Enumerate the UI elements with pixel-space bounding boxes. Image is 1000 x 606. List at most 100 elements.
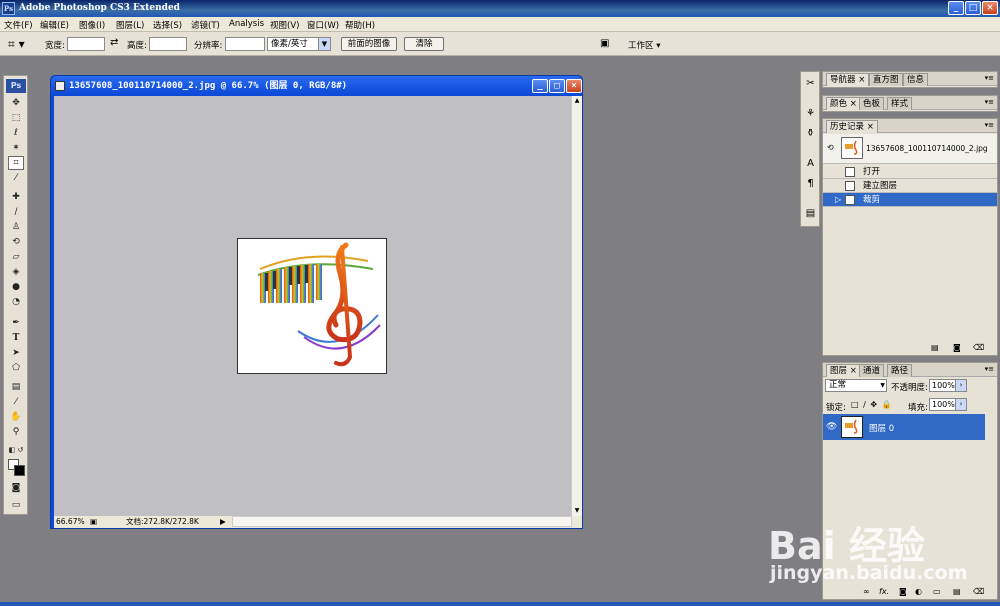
clear-button[interactable]: 清除 [404,37,444,51]
blend-mode-select[interactable]: 正常 ▼ [825,379,887,392]
menu-layer[interactable]: 图层(L) [116,19,144,31]
history-brush-source-icon[interactable]: ⟲ [827,143,834,152]
minimize-button[interactable]: _ [948,1,964,15]
menu-filter[interactable]: 滤镜(T) [191,19,220,31]
visibility-eye-icon[interactable]: 👁 [826,422,837,432]
tab-info[interactable]: 信息 [903,73,929,86]
paragraph-icon[interactable]: ¶ [803,176,818,192]
swap-icon[interactable]: ⇄ [110,37,118,48]
panel-menu-icon[interactable]: ▾≡ [985,74,994,82]
tab-layers[interactable]: 图层 × [826,364,861,377]
tab-paths[interactable]: 路径 [887,364,913,377]
tools-icon[interactable]: ✂ [803,76,818,92]
music-note-image[interactable] [237,238,387,374]
tab-swatches[interactable]: 色板 [859,97,885,110]
menu-analysis[interactable]: Analysis [229,19,264,29]
menu-file[interactable]: 文件(F) [4,19,33,31]
path-select-tool-icon[interactable]: ➤ [8,346,24,360]
history-step-crop[interactable]: ▷ 裁剪 [823,193,997,207]
brush-tool-icon[interactable]: ∕ [8,205,24,219]
quick-mask-icon[interactable]: ◙ [8,481,24,495]
menu-help[interactable]: 帮助(H) [345,19,375,31]
lock-options-icons[interactable]: □ ∕ ✥ 🔒 [851,400,893,409]
menu-edit[interactable]: 编辑(E) [40,19,69,31]
status-menu-icon[interactable]: ▶ [220,516,226,528]
new-document-icon[interactable]: ▤ [931,343,939,352]
tab-history[interactable]: 历史记录 × [826,120,878,133]
menu-select[interactable]: 选择(S) [153,19,182,31]
menu-view[interactable]: 视图(V) [270,19,299,31]
tab-channels[interactable]: 通道 [859,364,885,377]
height-input[interactable] [149,37,187,51]
tab-styles[interactable]: 样式 [887,97,913,110]
front-image-button[interactable]: 前面的图像 [341,37,397,51]
lasso-tool-icon[interactable]: ℓ [8,126,24,140]
status-icon[interactable]: ▣ [90,516,97,528]
tab-color[interactable]: 颜色 × [826,97,861,110]
workspace-menu[interactable]: 工作区 ▾ [628,39,660,51]
clone-source-icon[interactable]: ⚱ [803,126,818,142]
adjustment-icon[interactable]: ◐ [915,587,922,596]
snapshot-icon[interactable]: ◙ [953,343,961,352]
menu-image[interactable]: 图像(I) [79,19,105,31]
close-button[interactable]: × [982,1,998,15]
swap-colors-icon[interactable]: ◧ ↺ [8,443,24,457]
menu-window[interactable]: 窗口(W) [307,19,339,31]
move-tool-icon[interactable]: ✥ [8,96,24,110]
resolution-input[interactable] [225,37,265,51]
crop-tool-preset-icon[interactable]: ⌗ ▾ [8,36,34,52]
dodge-tool-icon[interactable]: ◔ [8,295,24,309]
eyedropper-tool-icon[interactable]: ⁄ [8,395,24,409]
doc-close-button[interactable]: × [566,79,582,93]
width-input[interactable] [67,37,105,51]
mask-icon[interactable]: ◙ [899,587,907,596]
zoom-tool-icon[interactable]: ⚲ [8,425,24,439]
pen-tool-icon[interactable]: ✒ [8,316,24,330]
type-tool-icon[interactable]: T [8,331,24,345]
panel-menu-icon[interactable]: ▾≡ [985,98,994,106]
screen-mode-icon[interactable]: ▭ [8,498,24,512]
hand-tool-icon[interactable]: ✋ [8,410,24,424]
maximize-button[interactable]: □ [965,1,981,15]
marquee-tool-icon[interactable]: ⬚ [8,111,24,125]
horizontal-scrollbar[interactable] [232,516,572,527]
tab-histogram[interactable]: 直方图 [869,73,903,86]
magic-wand-tool-icon[interactable]: ✶ [8,141,24,155]
trash-icon[interactable]: ⌫ [973,343,984,352]
history-brush-tool-icon[interactable]: ⟲ [8,235,24,249]
doc-maximize-button[interactable]: □ [549,79,565,93]
link-icon[interactable]: ∞ [863,587,870,596]
group-icon[interactable]: ▭ [933,587,941,596]
fill-slider-arrow-icon[interactable]: › [955,398,967,411]
healing-tool-icon[interactable]: ✚ [8,190,24,204]
panel-menu-icon[interactable]: ▾≡ [985,121,994,129]
scroll-down-icon[interactable]: ▼ [572,506,582,516]
character-icon[interactable]: A [803,156,818,172]
eraser-tool-icon[interactable]: ▱ [8,250,24,264]
notes-tool-icon[interactable]: ▤ [8,380,24,394]
resolution-unit-select[interactable]: 像素/英寸 ▼ [267,37,331,51]
background-color-swatch[interactable] [14,465,25,476]
trash-icon[interactable]: ⌫ [973,587,984,596]
crop-tool-icon[interactable]: ⌗ [8,156,24,170]
bridge-icon[interactable]: ▣ [600,38,616,50]
vertical-scrollbar[interactable]: ▲ ▼ [571,96,582,516]
opacity-slider-arrow-icon[interactable]: › [955,379,967,392]
panel-menu-icon[interactable]: ▾≡ [985,365,994,373]
brush-presets-icon[interactable]: ⚘ [803,106,818,122]
blur-tool-icon[interactable]: ● [8,280,24,294]
scroll-up-icon[interactable]: ▲ [572,96,582,106]
layer-row[interactable]: 👁 图层 0 [823,414,985,440]
doc-minimize-button[interactable]: _ [532,79,548,93]
history-snapshot[interactable]: ⟲ 13657608_100110714000_2.jpg [823,134,997,164]
tab-navigator[interactable]: 导航器 × [826,73,870,86]
layer-comps-icon[interactable]: ▤ [803,206,818,222]
new-layer-icon[interactable]: ▤ [953,587,961,596]
history-step-new-layer[interactable]: 建立图层 [823,179,997,193]
clone-stamp-tool-icon[interactable]: ♙ [8,220,24,234]
shape-tool-icon[interactable]: ⬠ [8,361,24,375]
slice-tool-icon[interactable]: ⁄ [8,171,24,185]
paint-bucket-tool-icon[interactable]: ◈ [8,265,24,279]
canvas-area[interactable] [54,96,571,516]
history-step-open[interactable]: 打开 [823,165,997,179]
